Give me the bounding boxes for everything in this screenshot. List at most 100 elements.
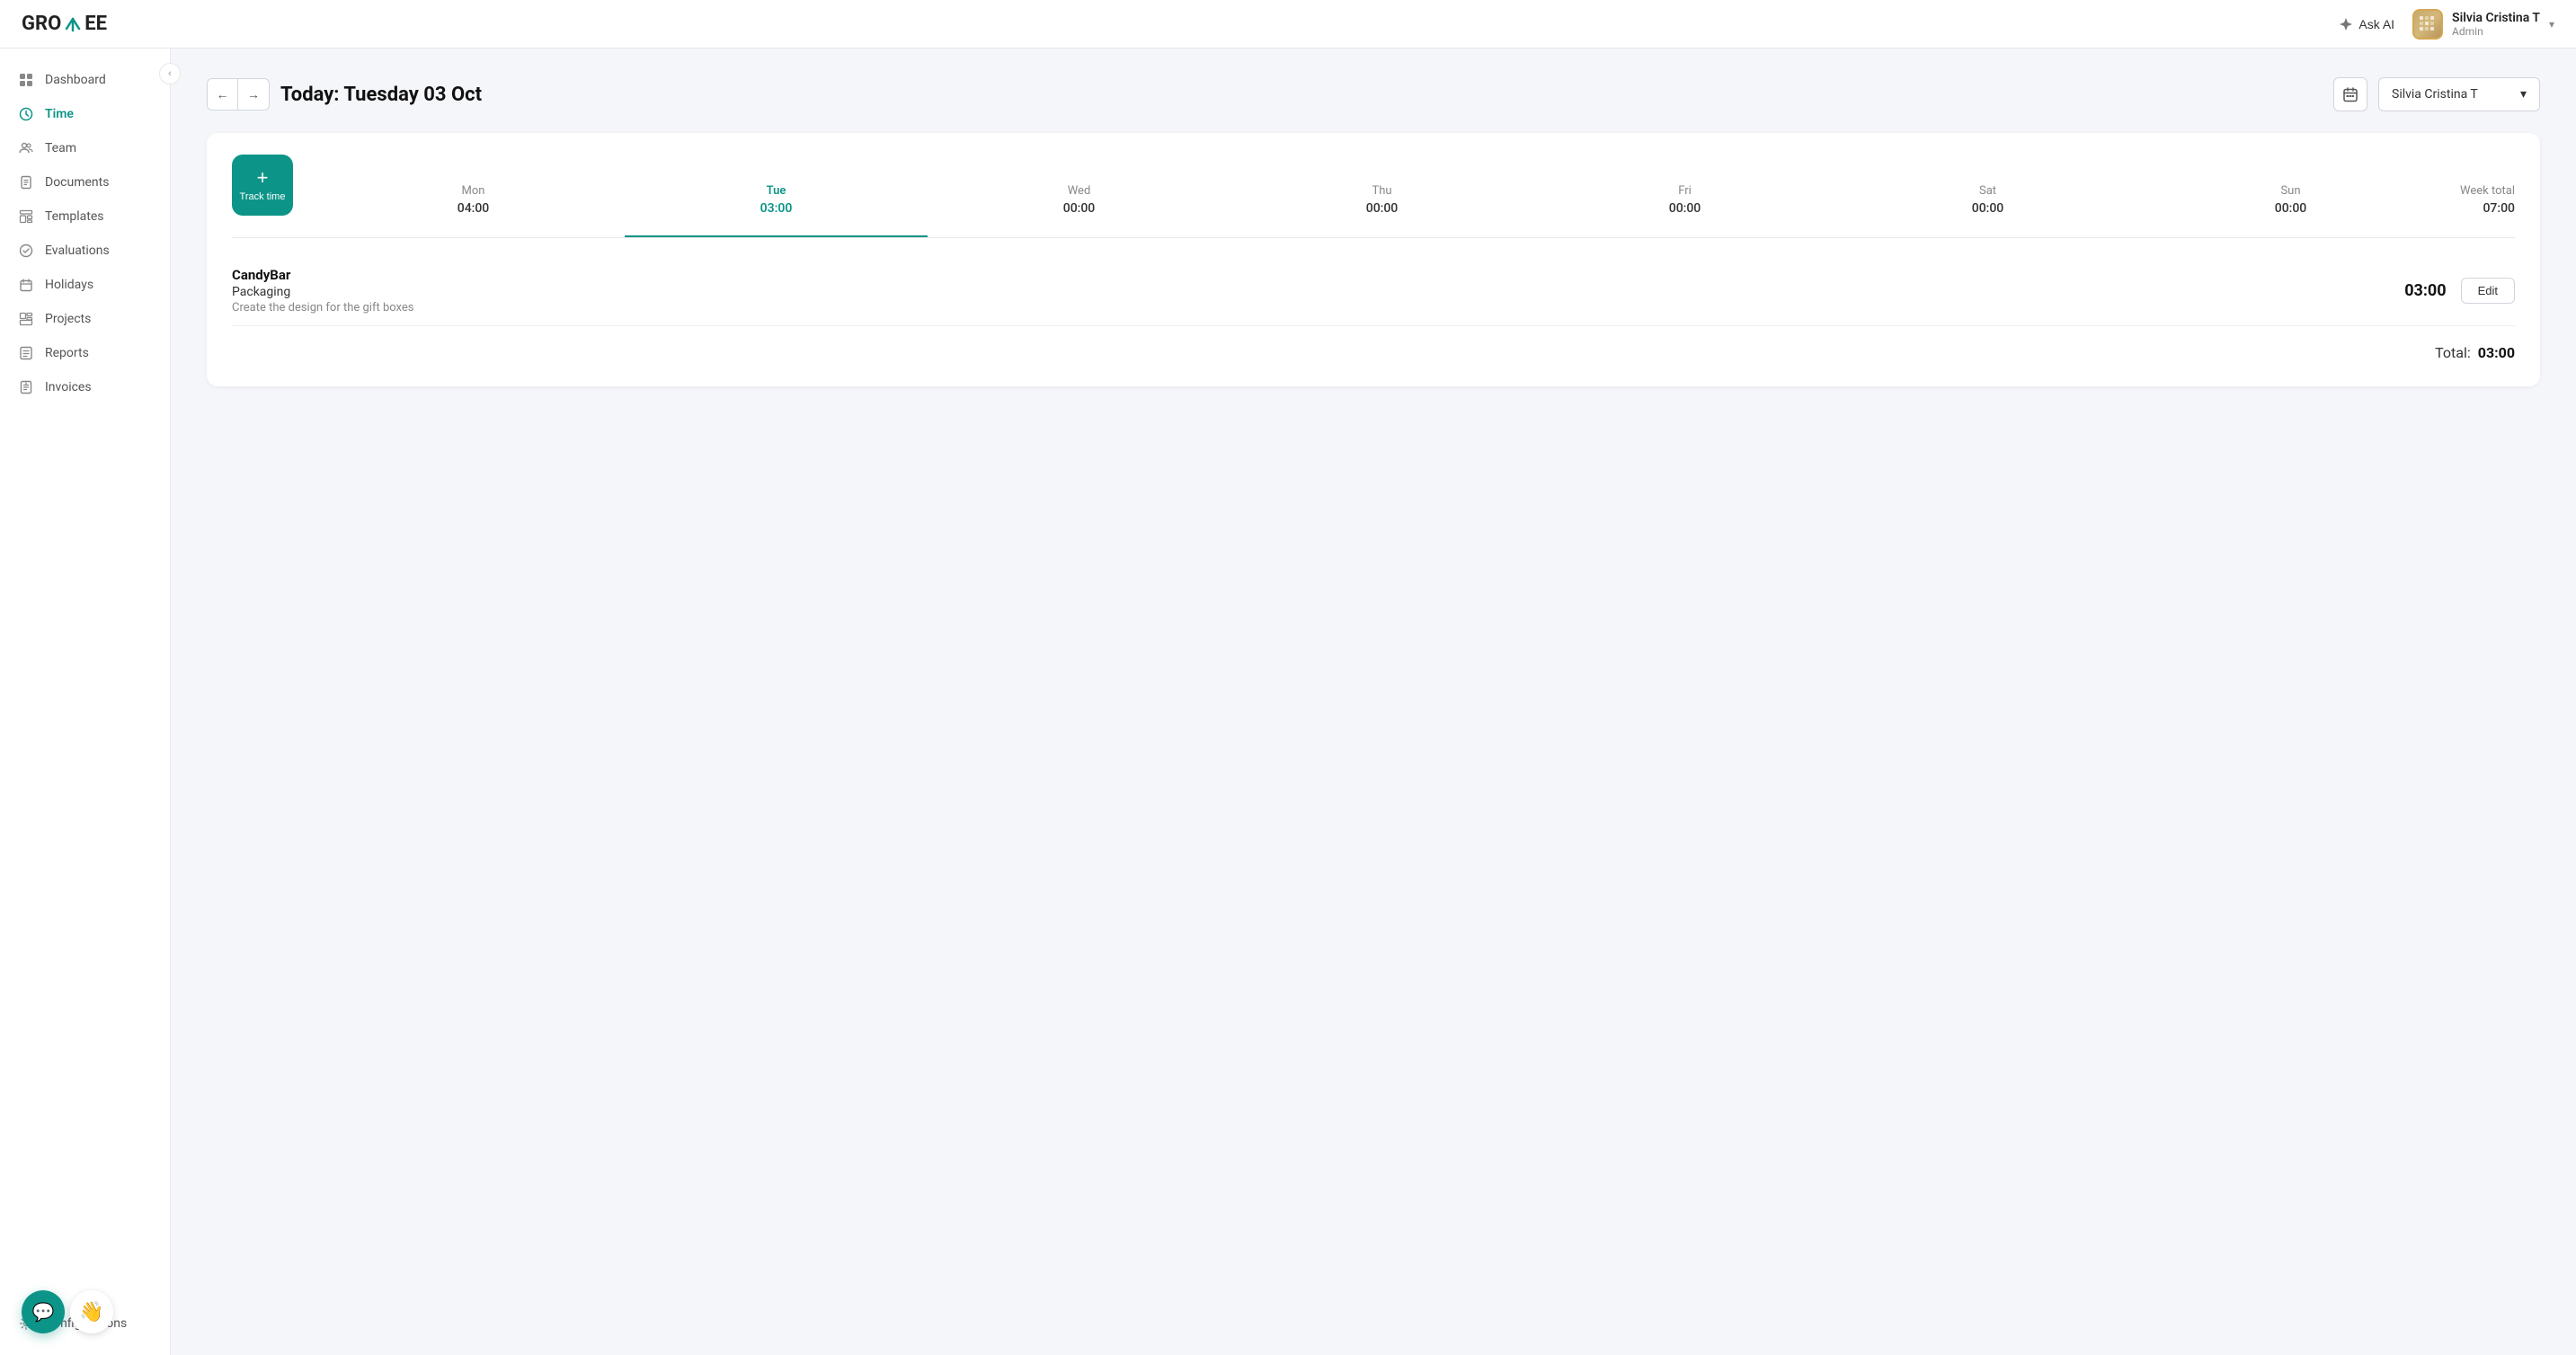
- time-entries-list: CandyBar Packaging Create the design for…: [232, 256, 2515, 326]
- nav-dashboard[interactable]: Dashboard: [0, 63, 170, 97]
- track-time-button[interactable]: + Track time: [232, 155, 293, 216]
- nav-time[interactable]: Time: [0, 97, 170, 131]
- logo-gro: GRO: [22, 13, 61, 35]
- entry-description: Create the design for the gift boxes: [232, 301, 413, 314]
- entry-time: 03:00: [2404, 281, 2446, 300]
- avatar-pattern-icon: [2418, 14, 2438, 34]
- nav-templates-label: Templates: [45, 209, 104, 224]
- next-date-button[interactable]: →: [238, 79, 269, 110]
- nav-reports-label: Reports: [45, 346, 89, 360]
- nav-documents[interactable]: Documents: [0, 165, 170, 199]
- page-header: ← → Today: Tuesday 03 Oct: [207, 77, 2540, 111]
- entry-project: CandyBar: [232, 267, 413, 283]
- logo-wee: EE: [84, 13, 107, 35]
- sidebar-collapse-button[interactable]: ‹: [159, 63, 181, 84]
- user-role: Admin: [2452, 25, 2540, 38]
- nav-team-label: Team: [45, 141, 76, 155]
- prev-date-button[interactable]: ←: [208, 79, 238, 110]
- day-mon-name: Mon: [462, 184, 485, 198]
- chat-bubble-button[interactable]: 💬: [22, 1290, 65, 1333]
- documents-icon: [18, 174, 34, 190]
- invoices-icon: [18, 379, 34, 395]
- nav-team[interactable]: Team: [0, 131, 170, 165]
- sidebar: ‹ Dashboard Time Team Documents: [0, 49, 171, 1355]
- total-row: Total: 03:00: [232, 326, 2515, 365]
- chevron-down-icon: ▾: [2549, 18, 2554, 31]
- day-sat-time: 00:00: [1972, 201, 2004, 216]
- nav-evaluations-label: Evaluations: [45, 244, 110, 258]
- dashboard-icon: [18, 72, 34, 88]
- plus-icon: +: [257, 168, 269, 188]
- edit-entry-button[interactable]: Edit: [2461, 278, 2515, 304]
- time-icon: [18, 106, 34, 122]
- week-total: Week total 07:00: [2442, 184, 2515, 216]
- entry-right: 03:00 Edit: [2404, 278, 2515, 304]
- nav-invoices-label: Invoices: [45, 380, 92, 394]
- page-header-left: ← → Today: Tuesday 03 Oct: [207, 78, 482, 111]
- day-fri-name: Fri: [1678, 184, 1692, 198]
- day-sun-time: 00:00: [2275, 201, 2307, 216]
- chat-icon: 💬: [32, 1301, 55, 1323]
- nav-invoices[interactable]: Invoices: [0, 370, 170, 404]
- nav-projects[interactable]: Projects: [0, 302, 170, 336]
- main-content: ← → Today: Tuesday 03 Oct: [171, 49, 2576, 1355]
- nav-evaluations[interactable]: Evaluations: [0, 234, 170, 268]
- nav-reports[interactable]: Reports: [0, 336, 170, 370]
- day-thu-time: 00:00: [1366, 201, 1399, 216]
- logo: GRO EE: [22, 13, 107, 35]
- day-sun: Sun 00:00: [2139, 184, 2442, 216]
- week-total-time: 07:00: [2483, 201, 2515, 216]
- week-divider: [232, 237, 2515, 238]
- projects-icon: [18, 311, 34, 327]
- day-tue-name: Tue: [767, 184, 786, 198]
- header-right: Ask AI Silvia Cristina T Admin: [2339, 9, 2554, 40]
- nav-documents-label: Documents: [45, 175, 109, 190]
- avatar: [2412, 9, 2443, 40]
- nav-time-label: Time: [45, 107, 74, 121]
- user-details: Silvia Cristina T Admin: [2452, 11, 2540, 38]
- day-thu: Thu 00:00: [1230, 184, 1533, 216]
- day-wed-name: Wed: [1068, 184, 1091, 198]
- week-total-label: Week total: [2460, 184, 2515, 198]
- time-tracking-card: + Track time Mon 04:00 Tue 03:00 Wed 00:…: [207, 133, 2540, 386]
- wave-icon: 👋: [79, 1301, 103, 1324]
- day-mon: Mon 04:00: [322, 184, 625, 216]
- day-wed-time: 00:00: [1063, 201, 1096, 216]
- nav-templates[interactable]: Templates: [0, 199, 170, 234]
- templates-icon: [18, 208, 34, 225]
- date-nav-arrows: ← →: [207, 78, 270, 111]
- entry-task: Packaging: [232, 285, 413, 299]
- wave-bubble-button[interactable]: 👋: [70, 1290, 113, 1333]
- week-days: Mon 04:00 Tue 03:00 Wed 00:00 Thu 00:00: [322, 184, 2442, 216]
- team-icon: [18, 140, 34, 156]
- prev-arrow-icon: ←: [217, 87, 229, 102]
- day-mon-time: 04:00: [457, 201, 490, 216]
- top-header: GRO EE Ask AI: [0, 0, 2576, 49]
- day-wed: Wed 00:00: [928, 184, 1230, 216]
- holidays-icon: [18, 277, 34, 293]
- page-header-right: Silvia Cristina T ▾: [2333, 77, 2540, 111]
- day-sun-name: Sun: [2280, 184, 2300, 198]
- track-time-label: Track time: [240, 191, 286, 202]
- logo-arrow-icon: [63, 14, 83, 34]
- ask-ai-button[interactable]: Ask AI: [2339, 17, 2394, 31]
- day-thu-name: Thu: [1372, 184, 1391, 198]
- calendar-view-button[interactable]: [2333, 77, 2367, 111]
- day-fri-time: 00:00: [1669, 201, 1701, 216]
- next-arrow-icon: →: [247, 87, 260, 102]
- entry-info: CandyBar Packaging Create the design for…: [232, 267, 413, 314]
- day-sat-name: Sat: [1979, 184, 1996, 198]
- main-layout: ‹ Dashboard Time Team Documents: [0, 49, 2576, 1355]
- nav-projects-label: Projects: [45, 312, 91, 326]
- total-label: Total:: [2435, 344, 2471, 361]
- user-name: Silvia Cristina T: [2452, 11, 2540, 25]
- day-tue-time: 03:00: [760, 201, 793, 216]
- day-sat: Sat 00:00: [1836, 184, 2139, 216]
- user-filter-dropdown[interactable]: Silvia Cristina T ▾: [2378, 77, 2540, 111]
- user-menu[interactable]: Silvia Cristina T Admin ▾: [2412, 9, 2554, 40]
- nav-holidays[interactable]: Holidays: [0, 268, 170, 302]
- week-row: + Track time Mon 04:00 Tue 03:00 Wed 00:…: [232, 155, 2515, 216]
- nav-holidays-label: Holidays: [45, 278, 93, 292]
- table-row: CandyBar Packaging Create the design for…: [232, 256, 2515, 326]
- page-title: Today: Tuesday 03 Oct: [280, 84, 482, 106]
